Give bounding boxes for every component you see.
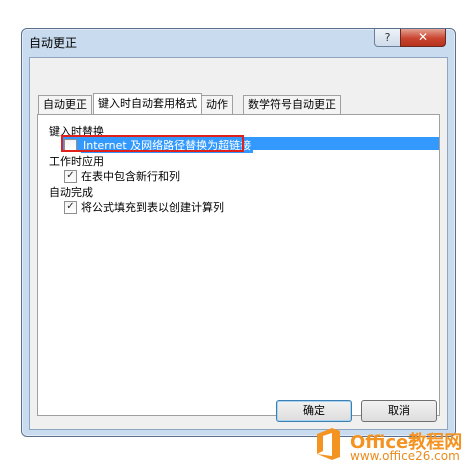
close-button[interactable]: ✕ xyxy=(400,29,446,47)
cancel-button[interactable]: 取消 xyxy=(361,400,437,422)
section-apply-heading: 工作时应用 xyxy=(49,155,104,168)
tab-actions[interactable]: 动作 xyxy=(201,95,233,114)
dialog-title: 自动更正 xyxy=(29,36,78,50)
help-button[interactable]: ? xyxy=(374,29,401,47)
office-logo-icon xyxy=(317,428,340,460)
include-rows-cols-label: 在表中包含新行和列 xyxy=(81,170,180,183)
autocorrect-dialog: 自动更正 ? ✕ 自动更正 键入时自动套用格式 动作 数学符号自动更正 键入时替… xyxy=(21,28,456,437)
dialog-client-area: 自动更正 键入时自动套用格式 动作 数学符号自动更正 键入时替换 Interne… xyxy=(29,57,448,430)
include-rows-cols-option[interactable]: ✓ 在表中包含新行和列 xyxy=(64,168,180,184)
tab-math-autocorrect[interactable]: 数学符号自动更正 xyxy=(243,95,341,114)
tab-panel: 键入时替换 Internet 及网络路径替换为超链接 工作时应用 ✓ 在表中包含… xyxy=(37,114,440,416)
watermark-url: www.office26.com xyxy=(350,449,460,463)
include-rows-cols-checkbox[interactable]: ✓ xyxy=(64,169,77,183)
section-complete-heading: 自动完成 xyxy=(49,186,93,199)
fill-formulas-option[interactable]: ✓ 将公式填充到表以创建计算列 xyxy=(64,199,224,215)
ok-button[interactable]: 确定 xyxy=(276,400,352,422)
annotation-red-box xyxy=(61,135,244,152)
tab-autocorrect[interactable]: 自动更正 xyxy=(38,95,92,114)
tab-autoformat-as-you-type[interactable]: 键入时自动套用格式 xyxy=(93,93,202,114)
fill-formulas-label: 将公式填充到表以创建计算列 xyxy=(81,201,224,214)
fill-formulas-checkbox[interactable]: ✓ xyxy=(64,200,77,214)
